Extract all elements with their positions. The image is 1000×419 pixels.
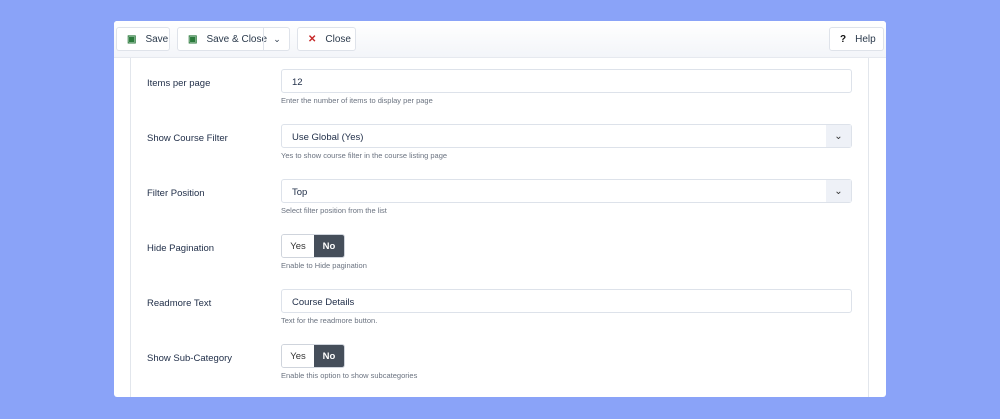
readmore-text-input[interactable]: Course Details — [281, 289, 852, 313]
help-label: Help — [855, 33, 876, 45]
field-help: Enable this option to show subcategories — [281, 371, 418, 380]
close-icon: ✕ — [308, 33, 317, 45]
toolbar: ▣ Save ▣ Save & Close ⌄ ✕ Close ? Help — [114, 21, 886, 58]
save-button[interactable]: ▣ Save — [116, 27, 170, 51]
toggle-no[interactable]: No — [314, 235, 344, 257]
save-icon: ▣ — [188, 33, 198, 45]
filter-position-select[interactable]: Top ⌄ — [281, 179, 852, 203]
field-help: Enter the number of items to display per… — [281, 96, 433, 105]
field-help: Select filter position from the list — [281, 206, 387, 215]
show-course-filter-select[interactable]: Use Global (Yes) ⌄ — [281, 124, 852, 148]
chevron-down-icon[interactable]: ⌄ — [263, 28, 290, 50]
show-sub-category-toggle[interactable]: Yes No — [281, 344, 345, 368]
toggle-no[interactable]: No — [314, 345, 344, 367]
items-per-page-input[interactable]: 12 — [281, 69, 852, 93]
field-label: Items per page — [147, 78, 211, 89]
save-label: Save — [145, 33, 169, 45]
form-content: Items per page 12 Enter the number of it… — [130, 58, 869, 397]
toggle-yes[interactable]: Yes — [282, 345, 314, 367]
hide-pagination-toggle[interactable]: Yes No — [281, 234, 345, 258]
field-help: Text for the readmore button. — [281, 316, 378, 325]
save-close-label: Save & Close — [206, 33, 268, 45]
close-label: Close — [325, 33, 351, 45]
chevron-down-icon: ⌄ — [826, 125, 851, 147]
editor-panel: ▣ Save ▣ Save & Close ⌄ ✕ Close ? Help Items… — [114, 21, 886, 397]
help-button[interactable]: ? Help — [829, 27, 884, 51]
chevron-down-icon: ⌄ — [826, 180, 851, 202]
field-label: Show Sub-Category — [147, 353, 233, 364]
save-icon: ▣ — [127, 33, 137, 45]
select-value: Use Global (Yes) — [292, 132, 364, 143]
field-label: Readmore Text — [147, 298, 212, 309]
close-button[interactable]: ✕ Close — [297, 27, 356, 51]
save-close-button[interactable]: ▣ Save & Close ⌄ — [177, 27, 290, 51]
select-value: Top — [292, 187, 308, 198]
toggle-yes[interactable]: Yes — [282, 235, 314, 257]
field-label: Filter Position — [147, 188, 205, 199]
field-label: Hide Pagination — [147, 243, 215, 254]
help-icon: ? — [840, 33, 847, 45]
field-help: Enable to Hide pagination — [281, 261, 367, 270]
field-label: Show Course Filter — [147, 133, 228, 144]
field-help: Yes to show course filter in the course … — [281, 151, 448, 160]
